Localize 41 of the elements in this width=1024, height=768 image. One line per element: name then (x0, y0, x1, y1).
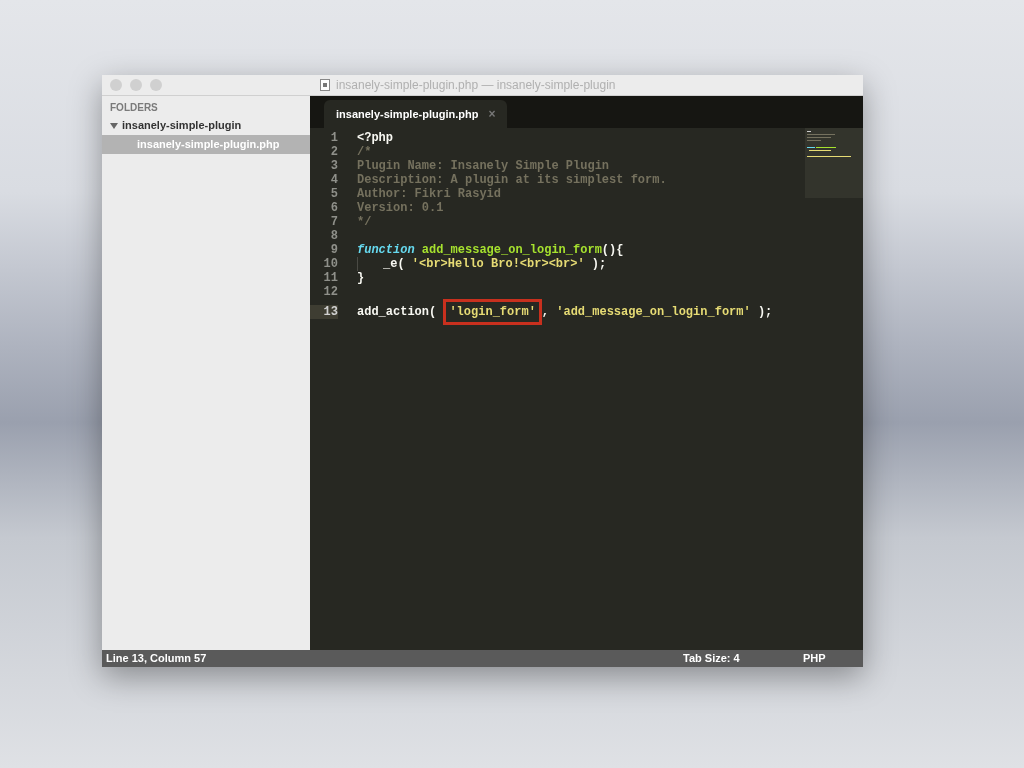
line-number: 1 (329, 131, 338, 145)
syntax-setting[interactable]: PHP (803, 650, 859, 667)
code-text: ); (756, 305, 773, 319)
line-number: 11 (322, 271, 338, 285)
line-number: 10 (322, 257, 338, 271)
code-line: Description: A plugin at its simplest form. (357, 173, 667, 187)
code-text: add_action( (357, 305, 438, 319)
code-line: function add_message_on_login_form(){ (357, 243, 624, 257)
code-text: 'add_message_on_login_form' (556, 305, 751, 319)
line-number: 7 (329, 215, 338, 229)
disclosure-triangle-icon[interactable] (110, 121, 118, 130)
line-number: 12 (322, 285, 338, 299)
code-line: Plugin Name: Insanely Simple Plugin (357, 159, 610, 173)
line-number: 3 (329, 159, 338, 173)
tab-size-setting[interactable]: Tab Size: 4 (683, 650, 803, 667)
minimize-window-icon[interactable] (130, 79, 142, 91)
zoom-window-icon[interactable] (150, 79, 162, 91)
line-number: 4 (329, 173, 338, 187)
line-number: 13 (310, 305, 338, 319)
code-line: Author: Fikri Rasyid (357, 187, 502, 201)
code-line: /* (357, 145, 372, 159)
line-number: 6 (329, 201, 338, 215)
code-text: , (541, 305, 551, 319)
cursor-position: Line 13, Column 57 (106, 651, 208, 667)
window-title: insanely-simple-plugin.php — insanely-simple-plugin (336, 77, 616, 94)
code-line: */ (357, 215, 372, 229)
line-number: 8 (329, 229, 338, 243)
document-icon (320, 79, 330, 91)
line-number: 2 (329, 145, 338, 159)
sidebar-heading: FOLDERS (109, 101, 159, 115)
folder-item[interactable]: insanely-simple-plugin (122, 117, 242, 134)
code-line: <?php (357, 131, 393, 145)
code-line: _e( '<br>Hello Bro!<br><br>' ); (383, 257, 607, 271)
close-window-icon[interactable] (110, 79, 122, 91)
file-tab[interactable]: insanely-simple-plugin.php × (324, 100, 508, 128)
code-line: } (357, 271, 365, 285)
line-number: 9 (329, 243, 338, 257)
tab-label: insanely-simple-plugin.php (336, 106, 479, 122)
line-number: 5 (329, 187, 338, 201)
highlighted-code: 'login_form' (443, 299, 542, 325)
code-line: Version: 0.1 (357, 201, 444, 215)
